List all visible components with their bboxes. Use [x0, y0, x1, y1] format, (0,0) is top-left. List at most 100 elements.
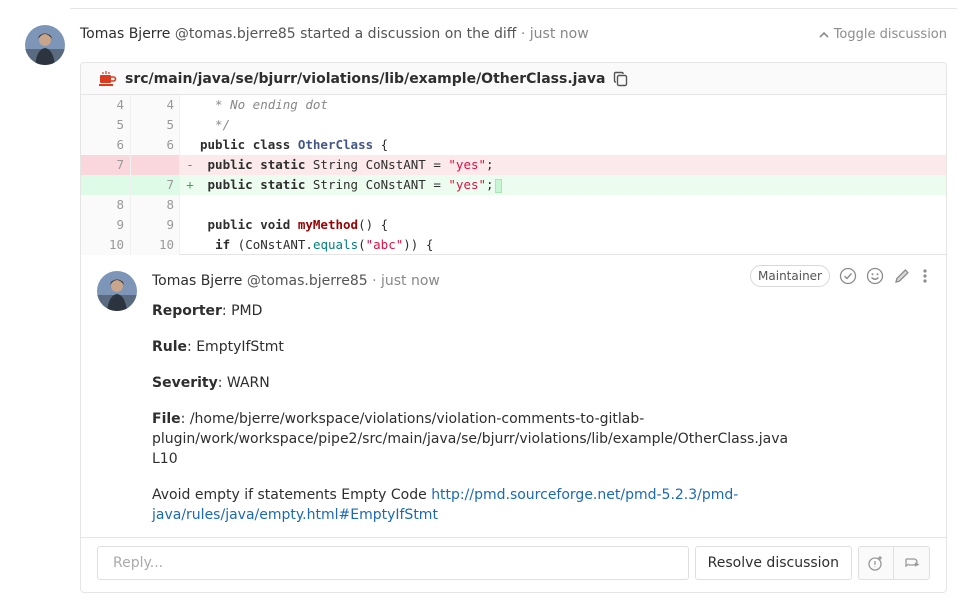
note-message: Avoid empty if statements Empty Code htt… [152, 485, 792, 525]
new-line-number[interactable]: 10 [131, 235, 180, 255]
note-file: File: /home/bjerre/workspace/violations/… [152, 409, 792, 469]
resolve-discussion-button[interactable]: Resolve discussion [694, 546, 852, 580]
note-header: Tomas Bjerre @tomas.bjerre85 · just now [152, 273, 440, 289]
discussion-tools [858, 546, 930, 580]
discussion-handle[interactable]: @tomas.bjerre85 [175, 26, 296, 42]
code-token: equals [312, 237, 359, 252]
severity-label: Severity [152, 375, 218, 391]
code-token: = [433, 177, 441, 192]
note-time[interactable]: just now [381, 273, 440, 289]
discussion-container: src/main/java/se/bjurr/violations/lib/ex… [80, 62, 947, 593]
code-token: ) [365, 217, 374, 232]
diff-sign-removed: - [186, 157, 194, 172]
toggle-discussion-button[interactable]: Toggle discussion [818, 27, 947, 42]
file-path[interactable]: src/main/java/se/bjurr/violations/lib/ex… [125, 71, 605, 87]
old-line-number[interactable]: 6 [81, 135, 131, 155]
diff-line: 10 10 if (CoNstANT.equals("abc")) { [81, 235, 946, 255]
old-line-number[interactable]: 7 [81, 155, 131, 175]
rule-label: Rule [152, 339, 188, 355]
diff-sign-added: + [186, 177, 194, 192]
code-line: public void myMethod() { [200, 215, 946, 235]
old-line-number[interactable] [81, 175, 131, 195]
code-token: public [200, 137, 246, 152]
role-badge: Maintainer [750, 265, 830, 287]
diff-sign [180, 235, 200, 255]
pencil-icon[interactable] [893, 267, 911, 285]
chevron-up-icon [819, 31, 829, 38]
code-token: CoNstANT [365, 157, 426, 172]
smiley-icon[interactable] [866, 267, 884, 285]
new-line-number[interactable] [131, 155, 180, 175]
rule-value: : EmptyIfStmt [187, 339, 284, 355]
new-line-number[interactable]: 4 [131, 95, 180, 115]
code-token: ( [358, 237, 366, 252]
message-text: Avoid empty if statements Empty Code [152, 487, 432, 503]
diff-line: 4 4 * No ending dot [81, 95, 946, 115]
diff-sign [180, 95, 200, 115]
code-token: "yes" [448, 177, 487, 192]
new-line-number[interactable]: 6 [131, 135, 180, 155]
diff-line: 5 5 */ [81, 115, 946, 135]
new-line-number[interactable]: 9 [131, 215, 180, 235]
code-line: * No ending dot [200, 97, 328, 112]
more-vertical-icon[interactable] [920, 267, 930, 285]
file-header: src/main/java/se/bjurr/violations/lib/ex… [81, 63, 946, 95]
reporter-value: : PMD [221, 303, 263, 319]
severity-value: : WARN [217, 375, 270, 391]
note-reporter: Reporter: PMD [152, 301, 792, 321]
note-handle[interactable]: @tomas.bjerre85 [247, 273, 368, 289]
note-avatar[interactable] [97, 271, 137, 311]
old-line-number[interactable]: 8 [81, 195, 131, 215]
diff-sign [180, 115, 200, 135]
diff-line-added: 7 + public static String CoNstANT = "yes… [81, 175, 946, 195]
code-token: public [207, 157, 253, 172]
old-line-number[interactable]: 5 [81, 115, 131, 135]
diff-line: 6 6 public class OtherClass { [81, 135, 946, 155]
note-rule: Rule: EmptyIfStmt [152, 337, 792, 357]
file-value: : /home/bjerre/workspace/violations/viol… [152, 411, 789, 467]
resolve-issue-icon[interactable] [858, 546, 894, 580]
diff-sign [180, 135, 200, 155]
discussion-separator: · [520, 26, 526, 42]
code-line: public static String CoNstANT = "yes"; [200, 175, 946, 195]
reply-input[interactable] [97, 546, 689, 580]
discussion-author[interactable]: Tomas Bjerre [80, 26, 170, 42]
code-token: myMethod [297, 217, 359, 232]
new-line-number[interactable]: 8 [131, 195, 180, 215]
new-line-number[interactable]: 7 [131, 175, 180, 195]
diff-sign [180, 195, 200, 215]
file-label: File [152, 411, 181, 427]
code-token: CoNstANT [365, 177, 426, 192]
code-text: public static String CoNstANT = "yes"; [200, 177, 494, 192]
old-line-number[interactable]: 4 [81, 95, 131, 115]
code-line: public static String CoNstANT = "yes"; [200, 155, 946, 175]
old-line-number[interactable]: 9 [81, 215, 131, 235]
reporter-label: Reporter [152, 303, 222, 319]
user-avatar-icon [97, 271, 137, 311]
discussion-header: Tomas Bjerre @tomas.bjerre85 started a d… [80, 26, 589, 42]
code-token: void [260, 217, 291, 232]
discussion-avatar[interactable] [25, 25, 65, 65]
code-token: ( [358, 217, 366, 232]
old-line-number[interactable]: 10 [81, 235, 131, 255]
jump-to-next-icon[interactable] [894, 546, 930, 580]
code-token: = [433, 157, 441, 172]
resolve-check-icon[interactable] [839, 267, 857, 285]
code-token: if [215, 237, 231, 252]
note-separator: · [372, 273, 377, 289]
copy-icon[interactable] [613, 71, 629, 87]
diff-view: 4 4 * No ending dot 5 5 */ 6 6 public cl… [81, 95, 946, 255]
new-line-number[interactable]: 5 [131, 115, 180, 135]
file-coffee-icon [99, 70, 117, 87]
note-author[interactable]: Tomas Bjerre [152, 273, 242, 289]
code-line: public class OtherClass { [200, 135, 946, 155]
